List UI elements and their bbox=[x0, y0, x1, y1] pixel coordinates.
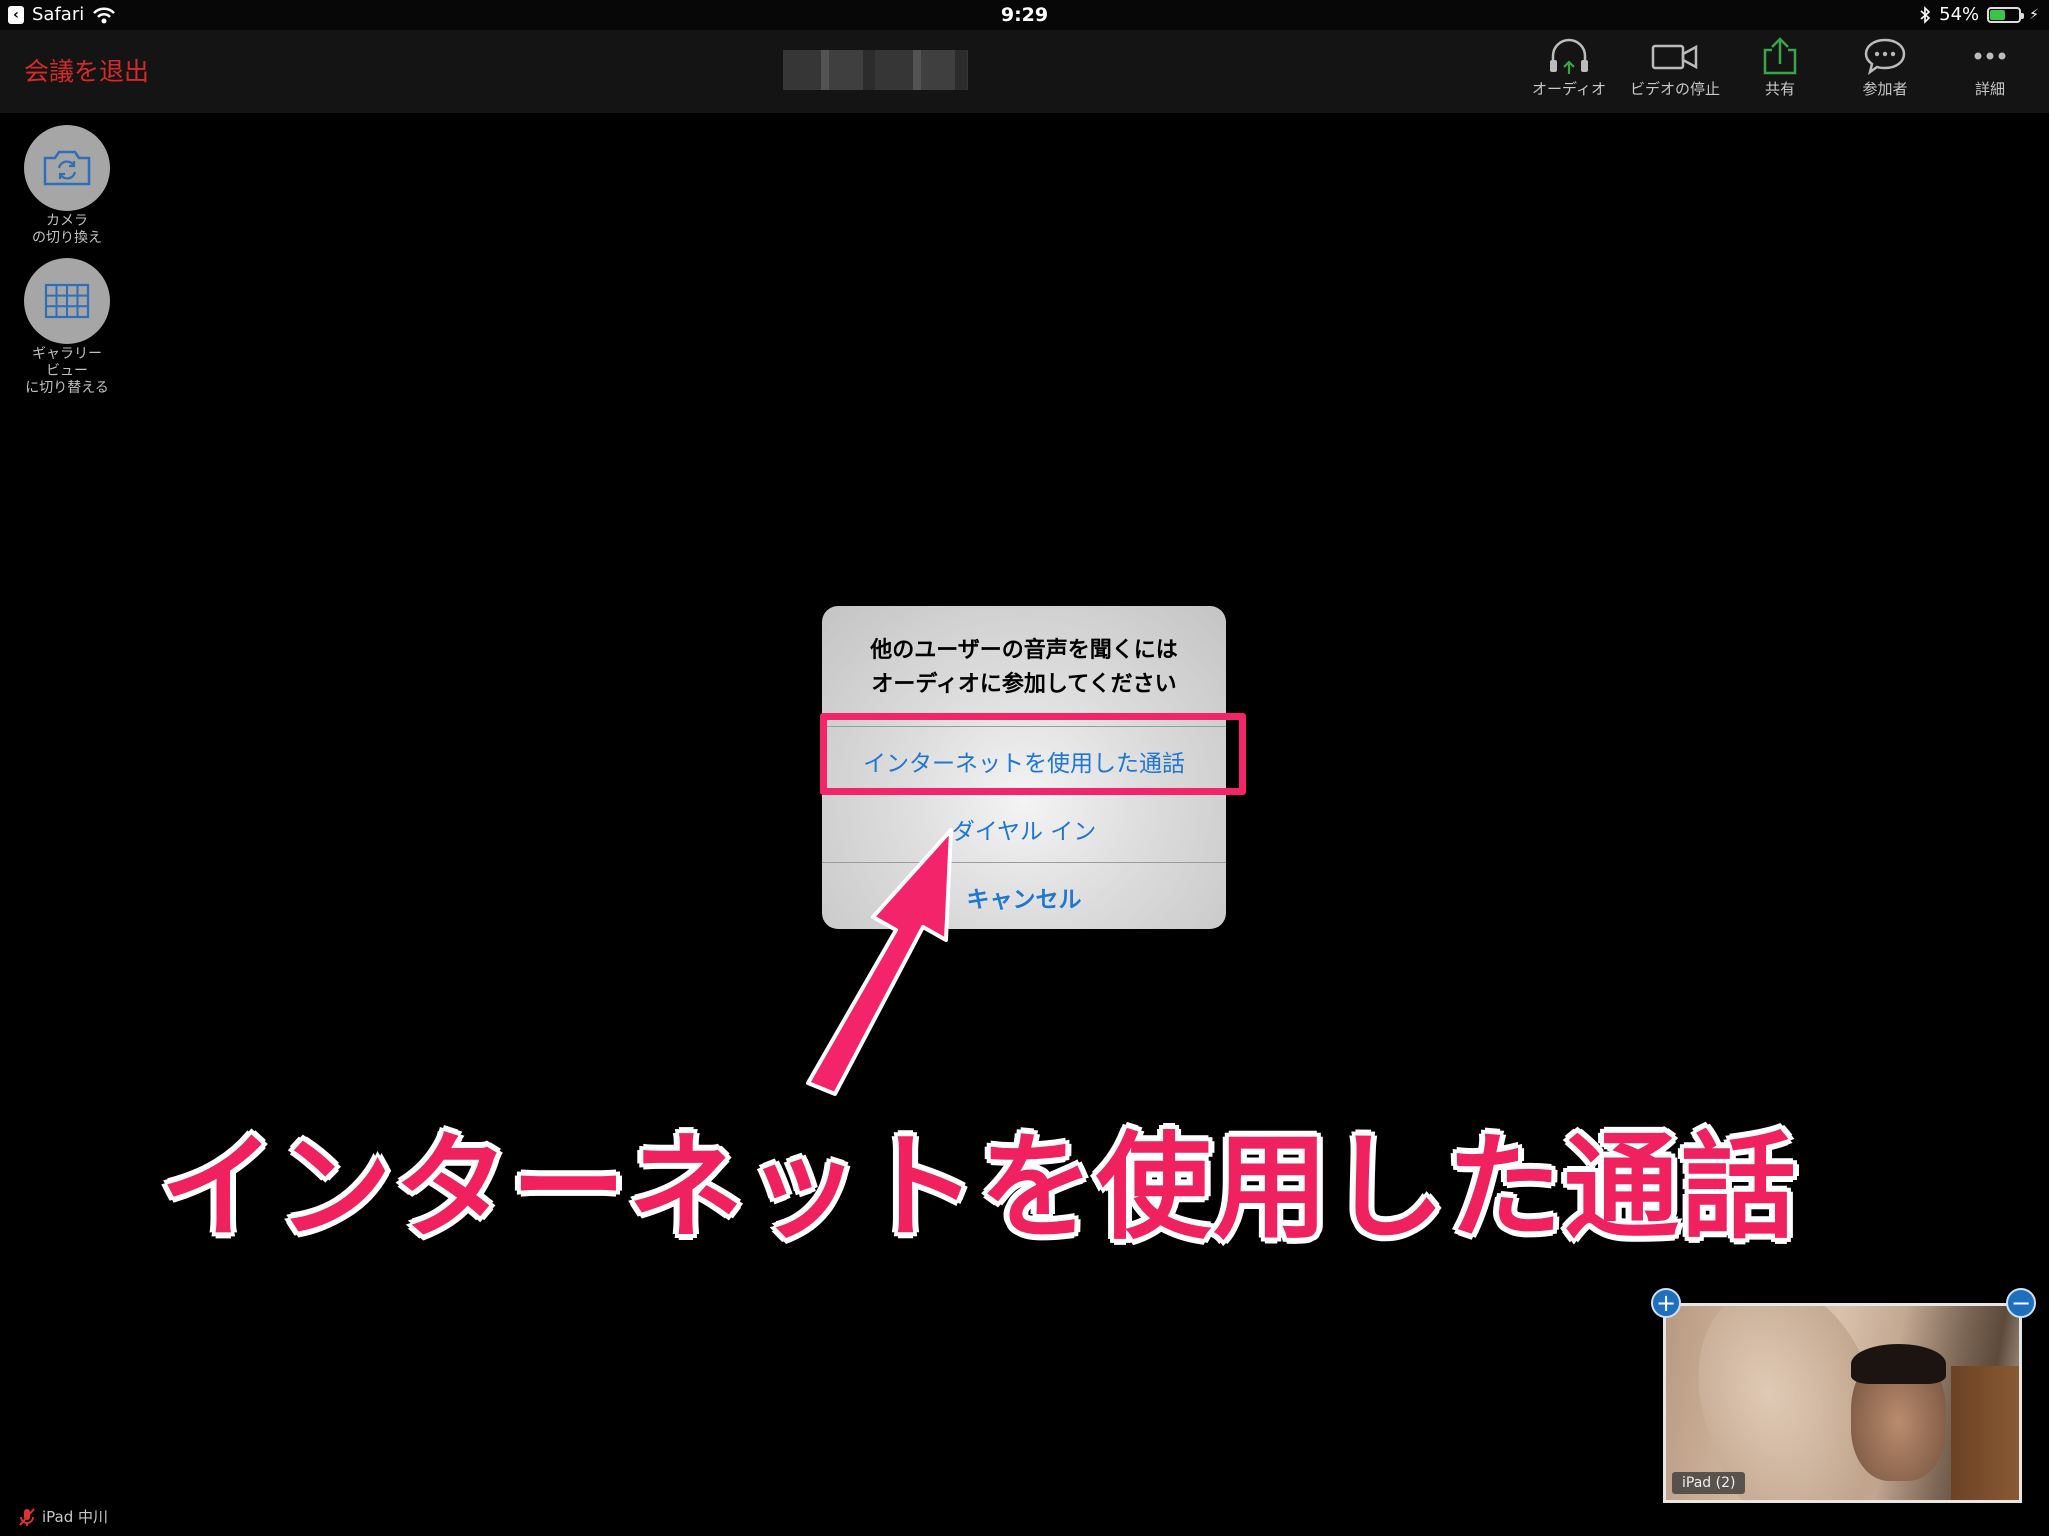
battery-icon bbox=[1987, 6, 2025, 23]
more-button[interactable]: 詳細 bbox=[1940, 36, 2040, 99]
muted-mic-icon bbox=[19, 1507, 35, 1526]
battery-percent: 54% bbox=[1939, 4, 1980, 25]
meeting-toolbar: 会議を退出 オーディオ ビデオの停止 共有 参加者 詳細 bbox=[0, 30, 2049, 113]
audio-button[interactable]: オーディオ bbox=[1519, 36, 1619, 99]
participants-label: 参加者 bbox=[1862, 80, 1908, 98]
switch-camera-label: カメラ の切り換え bbox=[32, 213, 102, 246]
dialog-message-line-1: 他のユーザーの音声を聞くには bbox=[870, 638, 1178, 663]
dialog-message: 他のユーザーの音声を聞くには オーディオに参加してください bbox=[822, 606, 1226, 726]
status-bar: ‹ Safari 9:29 54% ⚡ bbox=[0, 0, 2049, 30]
cancel-option[interactable]: キャンセル bbox=[822, 862, 1226, 929]
meeting-title-blurred bbox=[783, 50, 968, 90]
leave-meeting-button[interactable]: 会議を退出 bbox=[24, 52, 149, 88]
minus-icon: − bbox=[2010, 1289, 2032, 1317]
gallery-view-label: ギャラリー ビュー に切り替える bbox=[25, 346, 109, 396]
more-label: 詳細 bbox=[1974, 80, 2005, 98]
gallery-view-button[interactable] bbox=[24, 258, 110, 344]
plus-icon: + bbox=[1655, 1289, 1677, 1317]
annotation-caption: インターネットを使用した通話 bbox=[160, 1121, 1799, 1255]
video-camera-icon bbox=[1651, 44, 1698, 70]
share-label: 共有 bbox=[1764, 80, 1795, 98]
headphones-icon bbox=[1550, 38, 1588, 74]
participants-button[interactable]: 参加者 bbox=[1835, 36, 1935, 99]
audio-label: オーディオ bbox=[1532, 80, 1606, 98]
share-icon bbox=[1763, 37, 1797, 75]
local-user-name: iPad 中川 bbox=[42, 1508, 109, 1526]
charging-icon: ⚡ bbox=[2029, 6, 2039, 23]
dial-in-option[interactable]: ダイヤル イン bbox=[822, 794, 1226, 862]
grid-icon bbox=[44, 283, 90, 319]
expand-self-view-button[interactable]: + bbox=[1651, 1288, 1681, 1318]
switch-camera-icon bbox=[43, 150, 91, 186]
join-audio-dialog: 他のユーザーの音声を聞くには オーディオに参加してください インターネットを使用… bbox=[822, 606, 1226, 929]
switch-camera-button[interactable] bbox=[24, 125, 110, 211]
stop-video-label: ビデオの停止 bbox=[1629, 80, 1720, 98]
self-view-tag: iPad (2) bbox=[1672, 1472, 1746, 1494]
bluetooth-icon bbox=[1920, 5, 1931, 24]
background-door bbox=[1951, 1366, 2019, 1500]
local-user-label: iPad 中川 bbox=[18, 1506, 108, 1527]
chat-bubble-icon bbox=[1864, 38, 1906, 75]
video-person-hair bbox=[1851, 1344, 1946, 1384]
share-button[interactable]: 共有 bbox=[1730, 36, 1830, 99]
switch-camera-control: カメラ の切り換え bbox=[14, 125, 120, 247]
stop-video-button[interactable]: ビデオの停止 bbox=[1625, 36, 1725, 99]
minimize-self-view-button[interactable]: − bbox=[2006, 1288, 2036, 1318]
clock: 9:29 bbox=[1000, 4, 1049, 26]
internet-call-option[interactable]: インターネットを使用した通話 bbox=[822, 726, 1226, 794]
gallery-view-control: ギャラリー ビュー に切り替える bbox=[14, 258, 120, 397]
dialog-message-line-2: オーディオに参加してください bbox=[871, 672, 1177, 697]
self-video-view[interactable]: iPad (2) bbox=[1663, 1303, 2022, 1503]
more-dots-icon bbox=[1974, 52, 2006, 60]
